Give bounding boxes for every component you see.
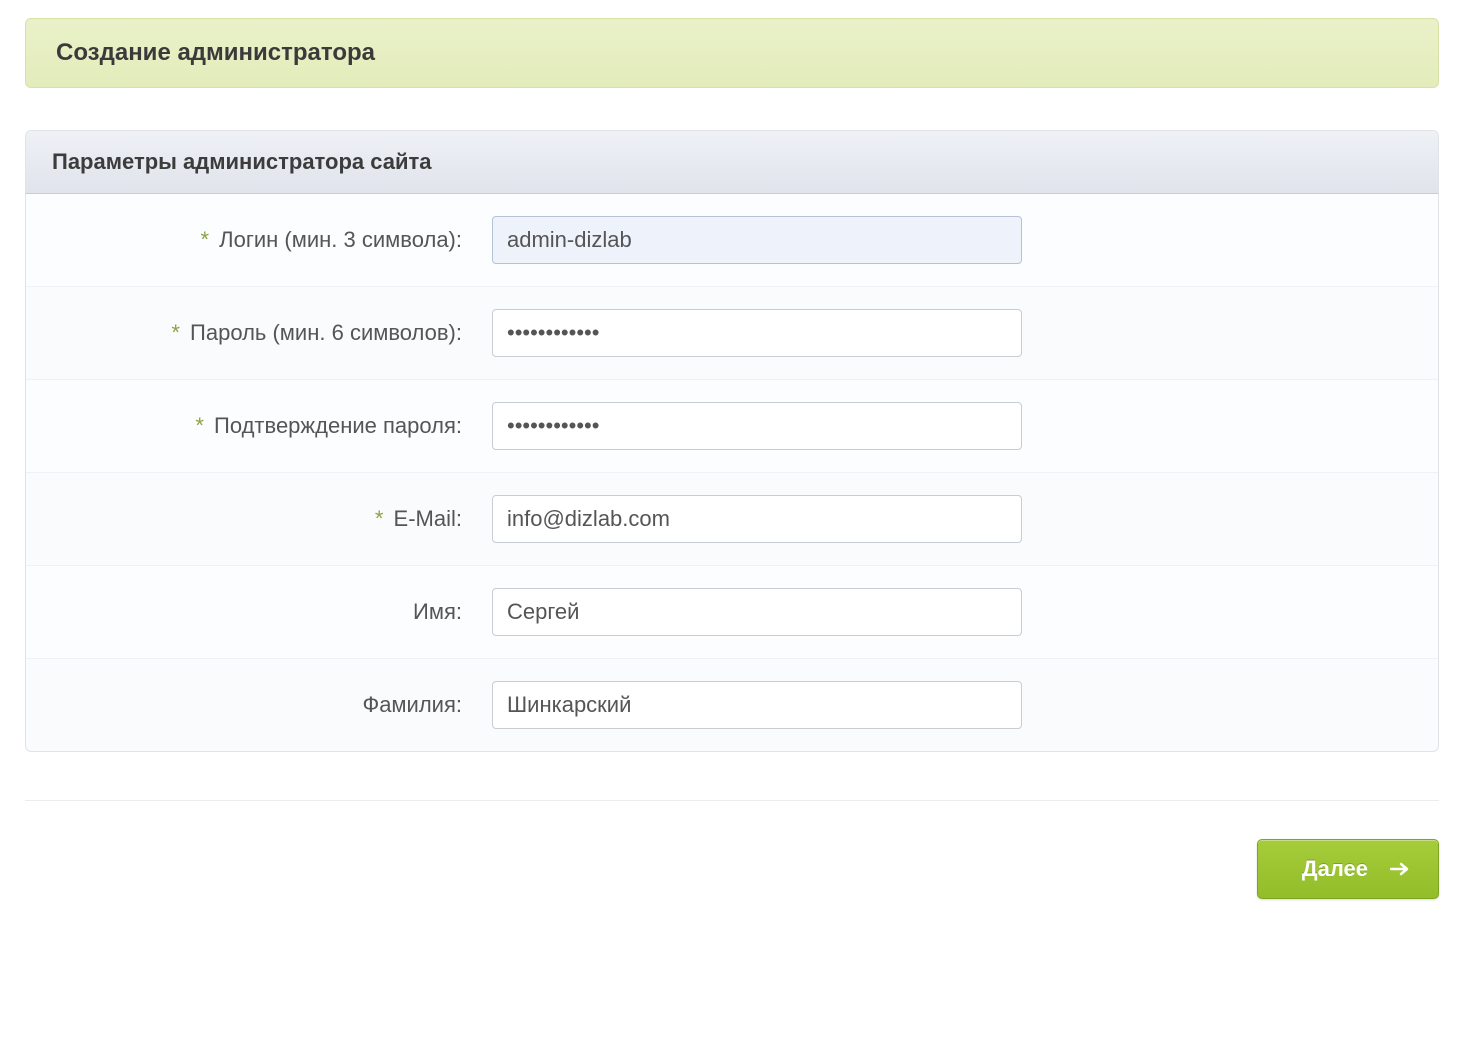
row-password: * Пароль (мин. 6 символов):: [26, 287, 1438, 380]
email-input[interactable]: [492, 495, 1022, 543]
label-last-name: Фамилия:: [52, 692, 492, 718]
page-title-bar: Создание администратора: [25, 18, 1439, 88]
label-password: * Пароль (мин. 6 символов):: [52, 320, 492, 346]
row-last-name: Фамилия:: [26, 659, 1438, 751]
label-confirm: * Подтверждение пароля:: [52, 413, 492, 439]
label-login: * Логин (мин. 3 символа):: [52, 227, 492, 253]
row-confirm: * Подтверждение пароля:: [26, 380, 1438, 473]
label-password-text: Пароль (мин. 6 символов):: [190, 320, 462, 345]
page-title: Создание администратора: [56, 39, 1408, 67]
label-email: * E-Mail:: [52, 506, 492, 532]
label-confirm-text: Подтверждение пароля:: [214, 413, 462, 438]
required-marker: *: [200, 227, 209, 252]
login-input[interactable]: [492, 216, 1022, 264]
footer: Далее: [25, 800, 1439, 899]
panel-title: Параметры администратора сайта: [52, 149, 1412, 175]
label-login-text: Логин (мин. 3 символа):: [219, 227, 462, 252]
required-marker: *: [195, 413, 204, 438]
label-first-name: Имя:: [52, 599, 492, 625]
row-login: * Логин (мин. 3 символа):: [26, 194, 1438, 287]
label-last-name-text: Фамилия:: [362, 692, 462, 717]
row-first-name: Имя:: [26, 566, 1438, 659]
password-input[interactable]: [492, 309, 1022, 357]
panel-header: Параметры администратора сайта: [26, 131, 1438, 194]
next-button[interactable]: Далее: [1257, 839, 1439, 899]
confirm-password-input[interactable]: [492, 402, 1022, 450]
next-button-label: Далее: [1302, 856, 1368, 882]
required-marker: *: [171, 320, 180, 345]
arrow-right-icon: [1390, 862, 1410, 876]
required-marker: *: [375, 506, 384, 531]
label-first-name-text: Имя:: [413, 599, 462, 624]
row-email: * E-Mail:: [26, 473, 1438, 566]
first-name-input[interactable]: [492, 588, 1022, 636]
last-name-input[interactable]: [492, 681, 1022, 729]
admin-params-panel: Параметры администратора сайта * Логин (…: [25, 130, 1439, 752]
label-email-text: E-Mail:: [394, 506, 462, 531]
